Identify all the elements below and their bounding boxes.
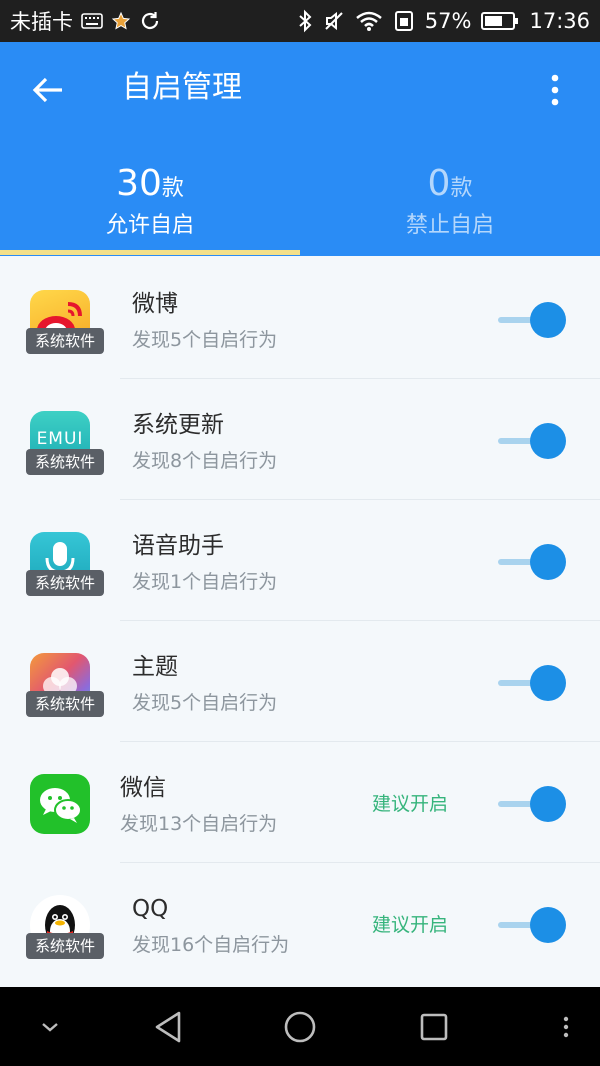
keyboard-icon xyxy=(81,13,103,29)
list-item-system-update: EMUI 系统软件 系统更新 发现8个自启行为 xyxy=(0,379,600,500)
tab-deny-autostart[interactable]: 0款 禁止自启 xyxy=(300,162,600,242)
page-title: 自启管理 xyxy=(122,70,242,105)
allow-count-unit: 款 xyxy=(161,176,184,201)
emui-icon-text: EMUI xyxy=(36,429,84,449)
more-vertical-icon xyxy=(563,1016,569,1037)
chevron-down-icon xyxy=(42,1022,58,1032)
triangle-back-icon xyxy=(155,1011,181,1042)
app-autostart-desc: 发现5个自启行为 xyxy=(132,329,278,351)
app-autostart-desc: 发现13个自启行为 xyxy=(120,813,278,835)
nav-hide-button[interactable] xyxy=(30,987,70,1066)
app-name: 语音助手 xyxy=(132,533,224,559)
deny-count-unit: 款 xyxy=(450,176,473,201)
status-bar: 未插卡 57% 17:36 xyxy=(0,0,600,42)
wifi-icon xyxy=(355,10,383,32)
system-app-badge: 系统软件 xyxy=(26,570,104,596)
system-app-badge: 系统软件 xyxy=(26,449,104,475)
list-item-weibo: 系统软件 微博 发现5个自启行为 xyxy=(0,258,600,379)
tab-indicator xyxy=(0,250,300,255)
list-item-wechat: 微信 发现13个自启行为 建议开启 xyxy=(0,742,600,863)
suggest-enable-label: 建议开启 xyxy=(372,793,449,815)
app-name: 微博 xyxy=(132,291,178,317)
bluetooth-icon xyxy=(297,9,313,33)
nav-home-button[interactable] xyxy=(280,987,320,1066)
system-app-badge: 系统软件 xyxy=(26,933,104,959)
sync-icon xyxy=(139,10,161,32)
autostart-toggle-system-update[interactable] xyxy=(498,423,568,459)
app-autostart-desc: 发现16个自启行为 xyxy=(132,934,290,956)
allow-count: 30 xyxy=(116,163,162,204)
tab-allow-autostart[interactable]: 30款 允许自启 xyxy=(0,162,300,242)
nav-back-button[interactable] xyxy=(146,987,190,1066)
more-options-button[interactable] xyxy=(540,68,570,112)
system-app-badge: 系统软件 xyxy=(26,328,104,354)
list-item-theme: 系统软件 主题 发现5个自启行为 xyxy=(0,621,600,742)
clock-time: 17:36 xyxy=(529,9,590,33)
list-item-qq: 系统软件 QQ 发现16个自启行为 建议开启 xyxy=(0,863,600,984)
carrier-text: 未插卡 xyxy=(10,10,73,34)
app-name: 微信 xyxy=(120,775,166,801)
more-vertical-icon xyxy=(551,74,559,106)
app-list: 系统软件 微博 发现5个自启行为 EMUI 系统软件 系统更新 发现8个自启行为… xyxy=(0,258,600,984)
arrow-left-icon xyxy=(32,77,62,103)
autostart-toggle-voice-assistant[interactable] xyxy=(498,544,568,580)
app-autostart-desc: 发现5个自启行为 xyxy=(132,692,278,714)
circle-home-icon xyxy=(284,1011,316,1042)
mute-icon xyxy=(323,10,345,32)
deny-count: 0 xyxy=(427,163,451,204)
app-autostart-desc: 发现8个自启行为 xyxy=(132,450,278,472)
system-nav-bar xyxy=(0,987,600,1066)
sim-icon xyxy=(393,10,415,32)
app-bar: 自启管理 30款 允许自启 0款 禁止自启 xyxy=(0,42,600,256)
app-autostart-desc: 发现1个自启行为 xyxy=(132,571,278,593)
wechat-icon xyxy=(30,774,90,834)
star-notification-icon xyxy=(111,11,131,31)
list-item-voice-assistant: 系统软件 语音助手 发现1个自启行为 xyxy=(0,500,600,621)
battery-icon xyxy=(481,11,519,31)
app-name: QQ xyxy=(132,896,169,922)
app-name: 系统更新 xyxy=(132,412,224,438)
autostart-toggle-wechat[interactable] xyxy=(498,786,568,822)
autostart-toggle-qq[interactable] xyxy=(498,907,568,943)
autostart-toggle-weibo[interactable] xyxy=(498,302,568,338)
suggest-enable-label: 建议开启 xyxy=(372,914,449,936)
app-name: 主题 xyxy=(132,654,178,680)
square-recents-icon xyxy=(420,1013,448,1040)
allow-label: 允许自启 xyxy=(105,213,194,238)
nav-recents-button[interactable] xyxy=(414,987,454,1066)
deny-label: 禁止自启 xyxy=(405,213,494,238)
autostart-toggle-theme[interactable] xyxy=(498,665,568,701)
battery-percent: 57% xyxy=(424,9,472,33)
system-app-badge: 系统软件 xyxy=(26,691,104,717)
back-button[interactable] xyxy=(22,70,74,110)
nav-menu-button[interactable] xyxy=(556,987,576,1066)
